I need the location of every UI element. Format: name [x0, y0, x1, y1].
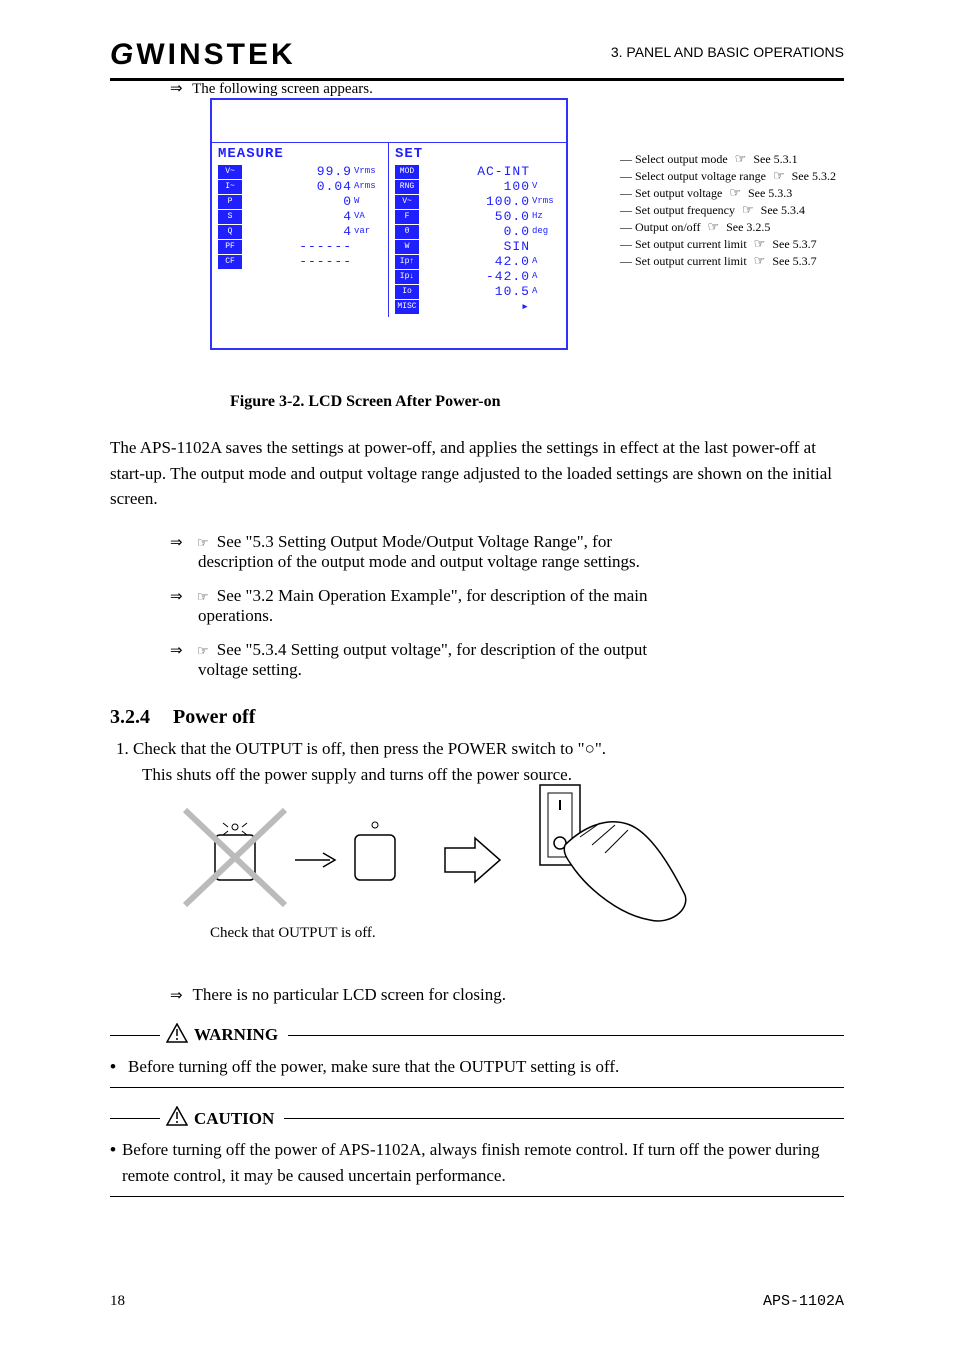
lcd-row: CF------	[218, 254, 382, 269]
see-icon: ☞	[707, 219, 719, 234]
lcd-row: P0W	[218, 194, 382, 209]
see-icon: ☞	[773, 168, 785, 183]
lcd-row: θ0.0deg	[395, 224, 560, 239]
callout: — Select output voltage range ☞ See 5.3.…	[620, 168, 836, 184]
lcd-row: Ip↑42.0A	[395, 254, 560, 269]
footer-model: APS-1102A	[763, 1293, 844, 1310]
section-number: 3.2.4	[110, 706, 168, 729]
lcd-row: I~0.04Arms	[218, 179, 382, 194]
lcd-row: MODAC-INT	[395, 164, 560, 179]
lcd-row: WSIN	[395, 239, 560, 254]
see-icon: ☞	[735, 151, 747, 166]
caution-label: CAUTION	[194, 1109, 274, 1129]
lcd-row: Io10.5A	[395, 284, 560, 299]
note-text: There is no particular LCD screen for cl…	[193, 985, 506, 1004]
see-icon: ☞	[754, 236, 766, 251]
arrow-icon: ⇒	[170, 987, 189, 1004]
callout: — Set output frequency ☞ See 5.3.4	[620, 202, 836, 218]
warning-text: Before turning off the power, make sure …	[128, 1054, 619, 1080]
callout: — Set output current limit ☞ See 5.3.7	[620, 253, 836, 269]
page-number: 18	[110, 1293, 125, 1310]
step-1: 1. Check that the OUTPUT is off, then pr…	[116, 739, 844, 759]
callout: — Output on/off ☞ See 3.2.5	[620, 219, 836, 235]
lcd-row: PF------	[218, 239, 382, 254]
see-icon: ☞	[754, 253, 766, 268]
figure-caption: Figure 3-2. LCD Screen After Power-on	[230, 393, 844, 411]
lcd-measure-title: MEASURE	[218, 146, 382, 162]
see-icon: ☞	[729, 185, 741, 200]
see-reference: ⇒ ☞ See "3.2 Main Operation Example", fo…	[170, 586, 844, 626]
callout: — Set output voltage ☞ See 5.3.3	[620, 185, 836, 201]
callout: — Set output current limit ☞ See 5.3.7	[620, 236, 836, 252]
caution-icon	[166, 1106, 188, 1131]
caution-text: Before turning off the power of APS-1102…	[122, 1137, 844, 1188]
warning-icon	[166, 1023, 188, 1048]
lcd-row: S4VA	[218, 209, 382, 224]
arrow-icon: ⇒	[170, 80, 189, 97]
lcd-row: V~99.9Vrms	[218, 164, 382, 179]
callout: — Select output mode ☞ See 5.3.1	[620, 151, 836, 167]
see-reference: ⇒ ☞ See "5.3.4 Setting output voltage", …	[170, 640, 844, 680]
lcd-row: Q4var	[218, 224, 382, 239]
off-check-text: Check that OUTPUT is off.	[210, 925, 376, 942]
lcd-set-title: SET	[395, 146, 560, 162]
lcd-row: F50.0Hz	[395, 209, 560, 224]
paragraph: The APS-1102A saves the settings at powe…	[110, 435, 844, 512]
header-subtitle: 3. PANEL AND BASIC OPERATIONS	[611, 44, 844, 60]
step-1-after: This shuts off the power supply and turn…	[142, 765, 844, 785]
lcd-row: RNG100V	[395, 179, 560, 194]
intro-text: The following screen appears.	[192, 81, 373, 97]
brand-text: WINSTEK	[136, 38, 295, 71]
see-icon: ☞	[742, 202, 754, 217]
see-reference: ⇒ ☞ See "5.3 Setting Output Mode/Output …	[170, 532, 844, 572]
warning-label: WARNING	[194, 1025, 278, 1045]
lcd-row: V~100.0Vrms	[395, 194, 560, 209]
section-title: Power off	[173, 706, 255, 728]
power-off-illustration: Check that OUTPUT is off.	[150, 785, 844, 985]
lcd-screen: MEASURE V~99.9VrmsI~0.04ArmsP0WS4VAQ4var…	[210, 98, 568, 350]
lcd-row: Ip↓-42.0A	[395, 269, 560, 284]
lcd-row: MISC▸	[395, 299, 560, 314]
